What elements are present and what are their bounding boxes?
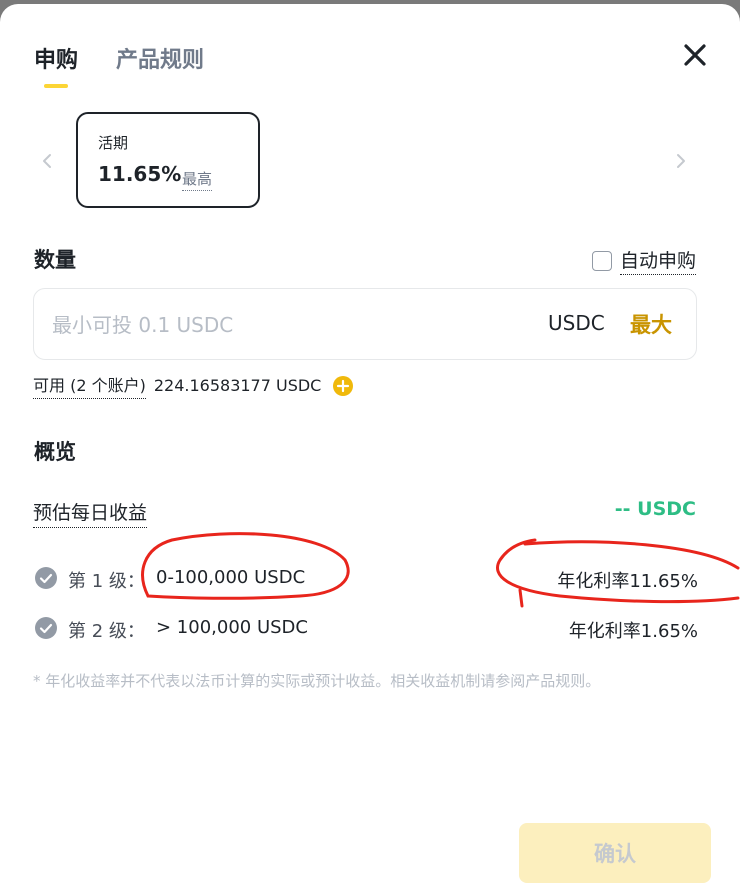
- product-rate: 11.65%: [98, 162, 182, 186]
- amount-input[interactable]: [52, 307, 472, 343]
- next-product-button[interactable]: [672, 150, 690, 172]
- chevron-right-icon: [677, 154, 685, 168]
- tab-bar: 申购 产品规则: [34, 42, 204, 88]
- tier-label: 第 2 级：: [68, 621, 145, 642]
- prev-product-button[interactable]: [38, 150, 56, 172]
- disclaimer-text: * 年化收益率并不代表以法币计算的实际或预计收益。相关收益机制请参阅产品规则。: [33, 672, 601, 690]
- est-daily-label[interactable]: 预估每日收益: [33, 498, 148, 528]
- tier-rate: 年化利率1.65%: [568, 621, 698, 642]
- tab-subscribe[interactable]: 申购: [34, 42, 79, 88]
- available-balance: 可用 (2 个账户) 224.16583177 USDC: [33, 372, 354, 399]
- overview-title: 概览: [34, 440, 76, 464]
- tier-row: 第 1 级： 0-100,000 USDC 年化利率11.65%: [34, 564, 698, 592]
- add-funds-icon[interactable]: [333, 375, 354, 396]
- auto-subscribe-toggle[interactable]: 自动申购: [591, 246, 696, 275]
- check-circle-icon: [35, 617, 57, 639]
- max-button[interactable]: 最大: [630, 309, 672, 339]
- check-circle-icon: [35, 567, 57, 589]
- close-button[interactable]: [682, 42, 708, 68]
- tab-product-rules[interactable]: 产品规则: [116, 42, 204, 74]
- auto-subscribe-checkbox[interactable]: [591, 250, 612, 271]
- auto-subscribe-label: 自动申购: [619, 246, 696, 275]
- quantity-title: 数量: [34, 248, 76, 272]
- tab-product-rules-label: 产品规则: [116, 48, 205, 73]
- subscribe-modal: 申购 产品规则 活期 11.65% 最高 数量 自动申购 USDC 最大: [0, 4, 740, 888]
- available-label[interactable]: 可用 (2 个账户): [33, 372, 146, 399]
- confirm-button[interactable]: 确认: [519, 823, 711, 883]
- tier-row: 第 2 级： > 100,000 USDC 年化利率1.65%: [34, 614, 698, 642]
- product-rate-tag[interactable]: 最高: [182, 168, 213, 191]
- tier-label: 第 1 级：: [68, 571, 145, 592]
- est-daily-value: -- USDC: [614, 498, 696, 520]
- chevron-left-icon: [43, 154, 51, 168]
- product-card-flexible[interactable]: 活期 11.65% 最高: [76, 112, 260, 208]
- product-name: 活期: [98, 134, 129, 152]
- amount-currency: USDC: [548, 311, 605, 335]
- amount-field: USDC 最大: [33, 288, 697, 360]
- tier-range: 0-100,000 USDC: [156, 567, 306, 588]
- available-value: 224.16583177 USDC: [153, 376, 322, 395]
- tab-subscribe-label: 申购: [34, 48, 79, 73]
- tier-rate: 年化利率11.65%: [557, 571, 698, 592]
- close-icon: [684, 44, 706, 66]
- tier-range: > 100,000 USDC: [156, 617, 308, 638]
- active-tab-indicator: [44, 84, 68, 88]
